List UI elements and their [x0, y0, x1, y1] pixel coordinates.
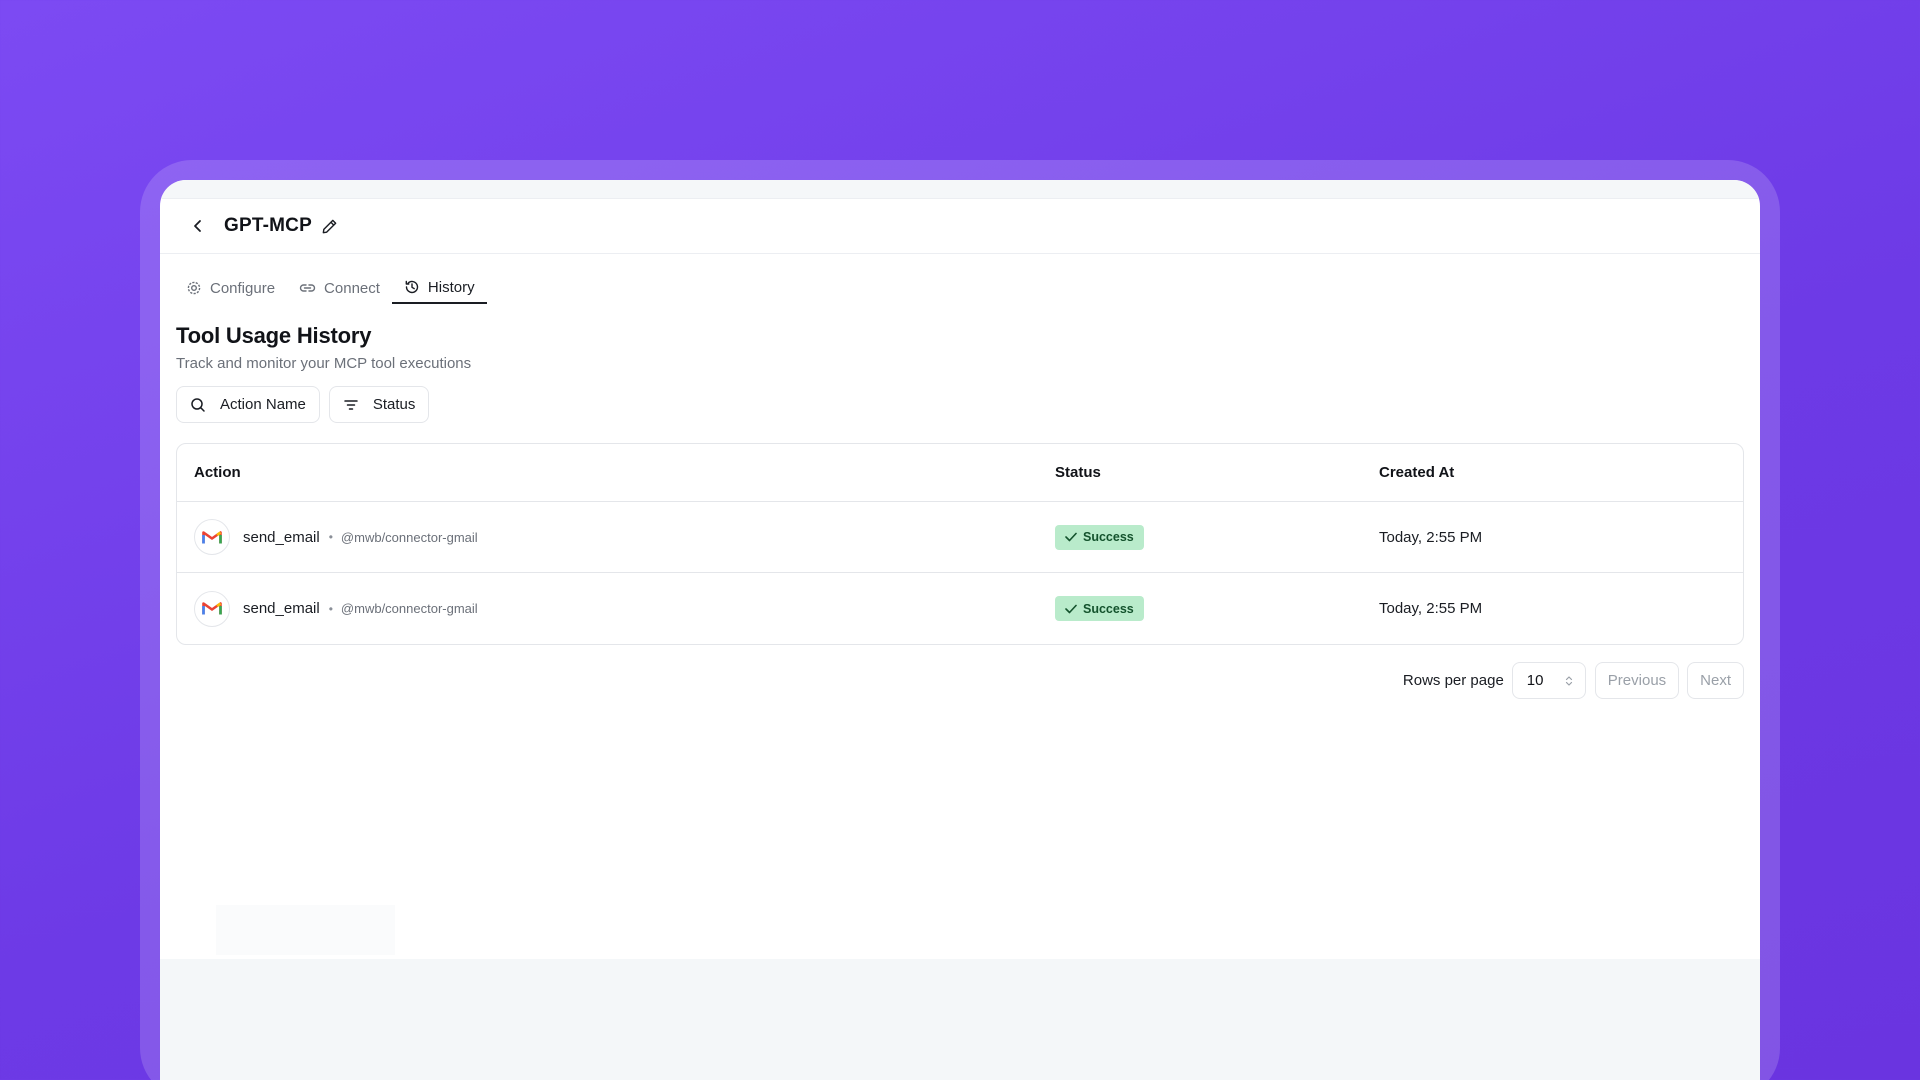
history-table: Action Status Created At send_email • @m… [176, 443, 1744, 645]
action-name: send_email [243, 528, 320, 546]
created-at-cell: Today, 2:55 PM [1379, 528, 1483, 546]
column-header-status: Status [1055, 464, 1101, 481]
status-cell: Success [1055, 524, 1379, 550]
check-icon [1065, 532, 1077, 542]
column-header-action: Action [194, 464, 241, 481]
rows-per-page-select[interactable]: 10 [1511, 662, 1586, 699]
tab-history[interactable]: History [391, 272, 487, 304]
rows-per-page-label: Rows per page [1402, 672, 1504, 689]
gmail-icon [194, 519, 230, 555]
history-icon [405, 280, 419, 294]
tab-connect[interactable]: Connect [287, 272, 392, 304]
status-label: Success [1083, 601, 1134, 616]
tab-bar: Configure Connect History [174, 272, 1760, 304]
gmail-icon [194, 590, 230, 627]
action-name: send_email [243, 600, 320, 617]
tab-label: Connect [324, 279, 380, 297]
window-top-strip [160, 180, 1760, 199]
filter-icon [344, 399, 358, 410]
connector-name: @mwb/connector-gmail [340, 529, 478, 545]
separator-dot: • [328, 601, 333, 616]
search-icon [191, 397, 205, 412]
tab-configure[interactable]: Configure [174, 272, 287, 304]
back-button[interactable] [188, 216, 208, 236]
next-page-button[interactable]: Next [1687, 662, 1744, 699]
status-badge: Success [1055, 596, 1144, 621]
filter-bar: Action Name Status [176, 386, 1760, 423]
status-badge: Success [1055, 524, 1144, 550]
created-at-cell: Today, 2:55 PM [1379, 600, 1483, 617]
filter-label: Status [372, 396, 416, 413]
tab-label: Configure [210, 279, 276, 297]
table-header: Action Status Created At [177, 444, 1743, 502]
gear-icon [187, 281, 201, 295]
column-header-created-at: Created At [1379, 464, 1455, 481]
edit-title-button[interactable] [321, 217, 339, 235]
separator-dot: • [328, 530, 333, 544]
rows-per-page-value: 10 [1526, 672, 1544, 689]
status-filter[interactable]: Status [328, 386, 430, 423]
placeholder-block [216, 905, 395, 955]
status-label: Success [1083, 530, 1134, 544]
check-icon [1065, 604, 1077, 613]
chevron-left-icon [194, 220, 201, 232]
app-window: GPT-MCP Configure Connect History Tool U… [160, 180, 1760, 1080]
connector-name: @mwb/connector-gmail [340, 601, 478, 616]
action-cell: send_email • @mwb/connector-gmail [177, 519, 1055, 555]
chevron-up-down-icon [1565, 675, 1572, 686]
section-title: Tool Usage History [176, 323, 372, 348]
link-icon [299, 284, 316, 292]
footer-band [160, 959, 1760, 1080]
section-subtitle: Track and monitor your MCP tool executio… [176, 355, 472, 372]
table-row[interactable]: send_email • @mwb/connector-gmail Succes… [177, 502, 1743, 573]
action-name-filter[interactable]: Action Name [176, 386, 320, 423]
filter-label: Action Name [220, 396, 306, 413]
pencil-icon [322, 219, 337, 233]
page-title: GPT-MCP [224, 215, 312, 236]
tab-label: History [427, 278, 475, 296]
table-row[interactable]: send_email • @mwb/connector-gmail Succes… [177, 573, 1743, 644]
previous-page-button[interactable]: Previous [1594, 662, 1680, 699]
action-cell: send_email • @mwb/connector-gmail [177, 590, 1055, 627]
status-cell: Success [1055, 596, 1379, 621]
pagination: Rows per page 10 Previous Next [1403, 662, 1744, 699]
page-header: GPT-MCP [160, 199, 1760, 254]
